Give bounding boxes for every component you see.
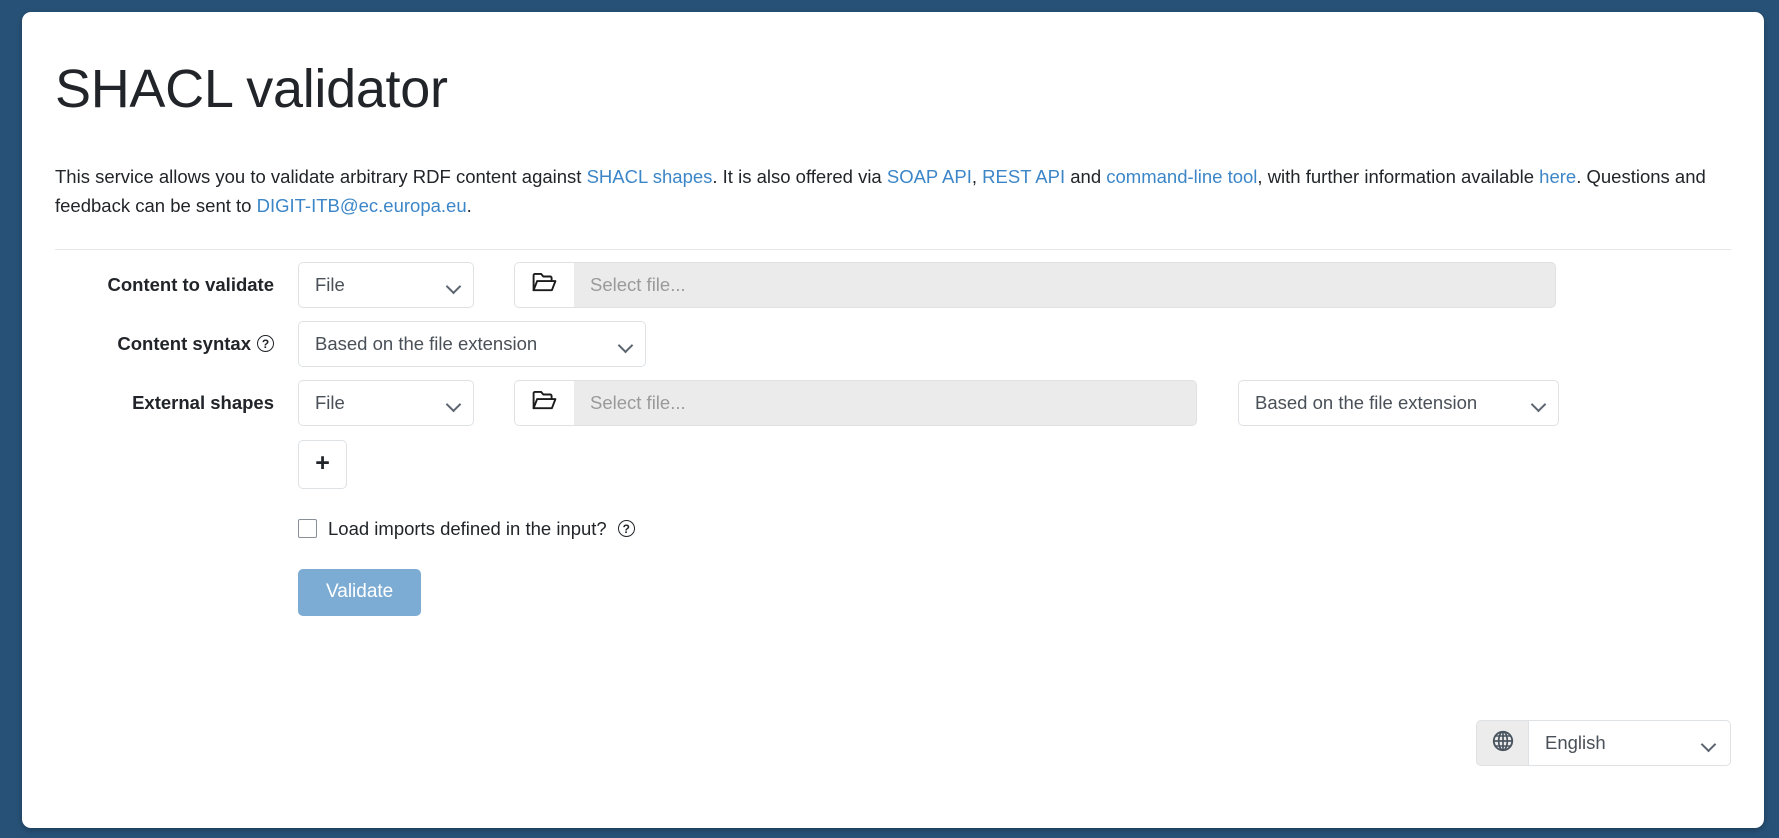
label-external-shapes-text: External shapes [132, 391, 274, 413]
form-row-validate: Validate [55, 565, 1731, 621]
shapes-file-browse-button[interactable] [514, 379, 574, 426]
header-divider [55, 248, 1731, 250]
content-file-input[interactable]: Select file... [574, 261, 1556, 308]
link-contact-email[interactable]: DIGIT-ITB@ec.europa.eu [257, 195, 467, 216]
content-type-select[interactable]: File [298, 261, 474, 308]
form-row-content-syntax: Content syntax Based on the file extensi… [55, 320, 1731, 367]
link-here[interactable]: here [1539, 166, 1576, 187]
validate-button[interactable]: Validate [298, 569, 422, 617]
card-inner: SHACL validator This service allows you … [22, 12, 1764, 621]
language-selector: English [1476, 720, 1731, 766]
intro-text-2: . It is also offered via [712, 166, 887, 188]
intro-paragraph: This service allows you to validate arbi… [55, 163, 1731, 220]
shapes-syntax-select-value: Based on the file extension [1255, 391, 1478, 413]
load-imports-label: Load imports defined in the input? [328, 517, 607, 539]
shapes-syntax-wrapper: Based on the file extension [1238, 379, 1559, 426]
content-syntax-select-value: Based on the file extension [315, 332, 538, 354]
link-soap-api[interactable]: SOAP API [887, 166, 972, 187]
page-card: SHACL validator This service allows you … [22, 12, 1764, 828]
question-circle-icon[interactable] [617, 520, 635, 538]
content-file-group: Select file... [514, 261, 1556, 308]
link-rest-api[interactable]: REST API [982, 166, 1065, 187]
open-folder-icon [532, 272, 557, 298]
shapes-file-group: Select file... [514, 379, 1197, 426]
shapes-file-input[interactable]: Select file... [574, 379, 1197, 426]
intro-text-1: This service allows you to validate arbi… [55, 166, 587, 188]
shapes-type-select[interactable]: File [298, 379, 474, 426]
plus-icon: + [315, 448, 330, 477]
intro-text-5: , with further information available [1257, 166, 1540, 188]
page-title: SHACL validator [55, 59, 448, 119]
form-row-add-shapes: + [55, 439, 1731, 491]
label-content-to-validate-text: Content to validate [107, 273, 274, 295]
form-row-content-to-validate: Content to validate File Select file... [55, 261, 1731, 308]
label-content-syntax: Content syntax [55, 333, 298, 355]
intro-text-7: . [466, 195, 472, 217]
open-folder-icon [532, 390, 557, 416]
content-file-browse-button[interactable] [514, 261, 574, 308]
question-circle-icon[interactable] [257, 335, 274, 353]
intro-text-3: , [971, 166, 983, 188]
shapes-syntax-select[interactable]: Based on the file extension [1238, 379, 1559, 426]
chevron-down-icon [445, 396, 462, 413]
chevron-down-icon [1700, 736, 1717, 753]
validation-form: Content to validate File Select file... … [55, 261, 1731, 621]
language-select-value: English [1545, 732, 1606, 753]
label-content-to-validate: Content to validate [55, 274, 298, 296]
content-file-placeholder: Select file... [590, 273, 686, 295]
load-imports-control: Load imports defined in the input? [298, 518, 635, 540]
language-select[interactable]: English [1528, 720, 1731, 766]
chevron-down-icon [445, 278, 462, 295]
shapes-type-select-value: File [315, 391, 345, 413]
shapes-file-placeholder: Select file... [590, 391, 686, 413]
language-icon-box [1476, 720, 1528, 766]
form-row-external-shapes: External shapes File Select file... Base… [55, 379, 1731, 426]
globe-icon [1492, 730, 1514, 757]
content-syntax-select[interactable]: Based on the file extension [298, 320, 646, 367]
content-type-select-value: File [315, 273, 345, 295]
label-external-shapes: External shapes [55, 392, 298, 414]
form-row-load-imports: Load imports defined in the input? [55, 509, 1731, 549]
link-shacl-shapes[interactable]: SHACL shapes [587, 166, 713, 187]
chevron-down-icon [617, 337, 634, 354]
link-command-line-tool[interactable]: command-line tool [1106, 166, 1257, 187]
add-shapes-button[interactable]: + [298, 440, 347, 490]
load-imports-checkbox[interactable] [298, 519, 317, 539]
label-content-syntax-text: Content syntax [117, 332, 251, 354]
intro-text-4: and [1065, 166, 1107, 188]
chevron-down-icon [1530, 396, 1547, 413]
